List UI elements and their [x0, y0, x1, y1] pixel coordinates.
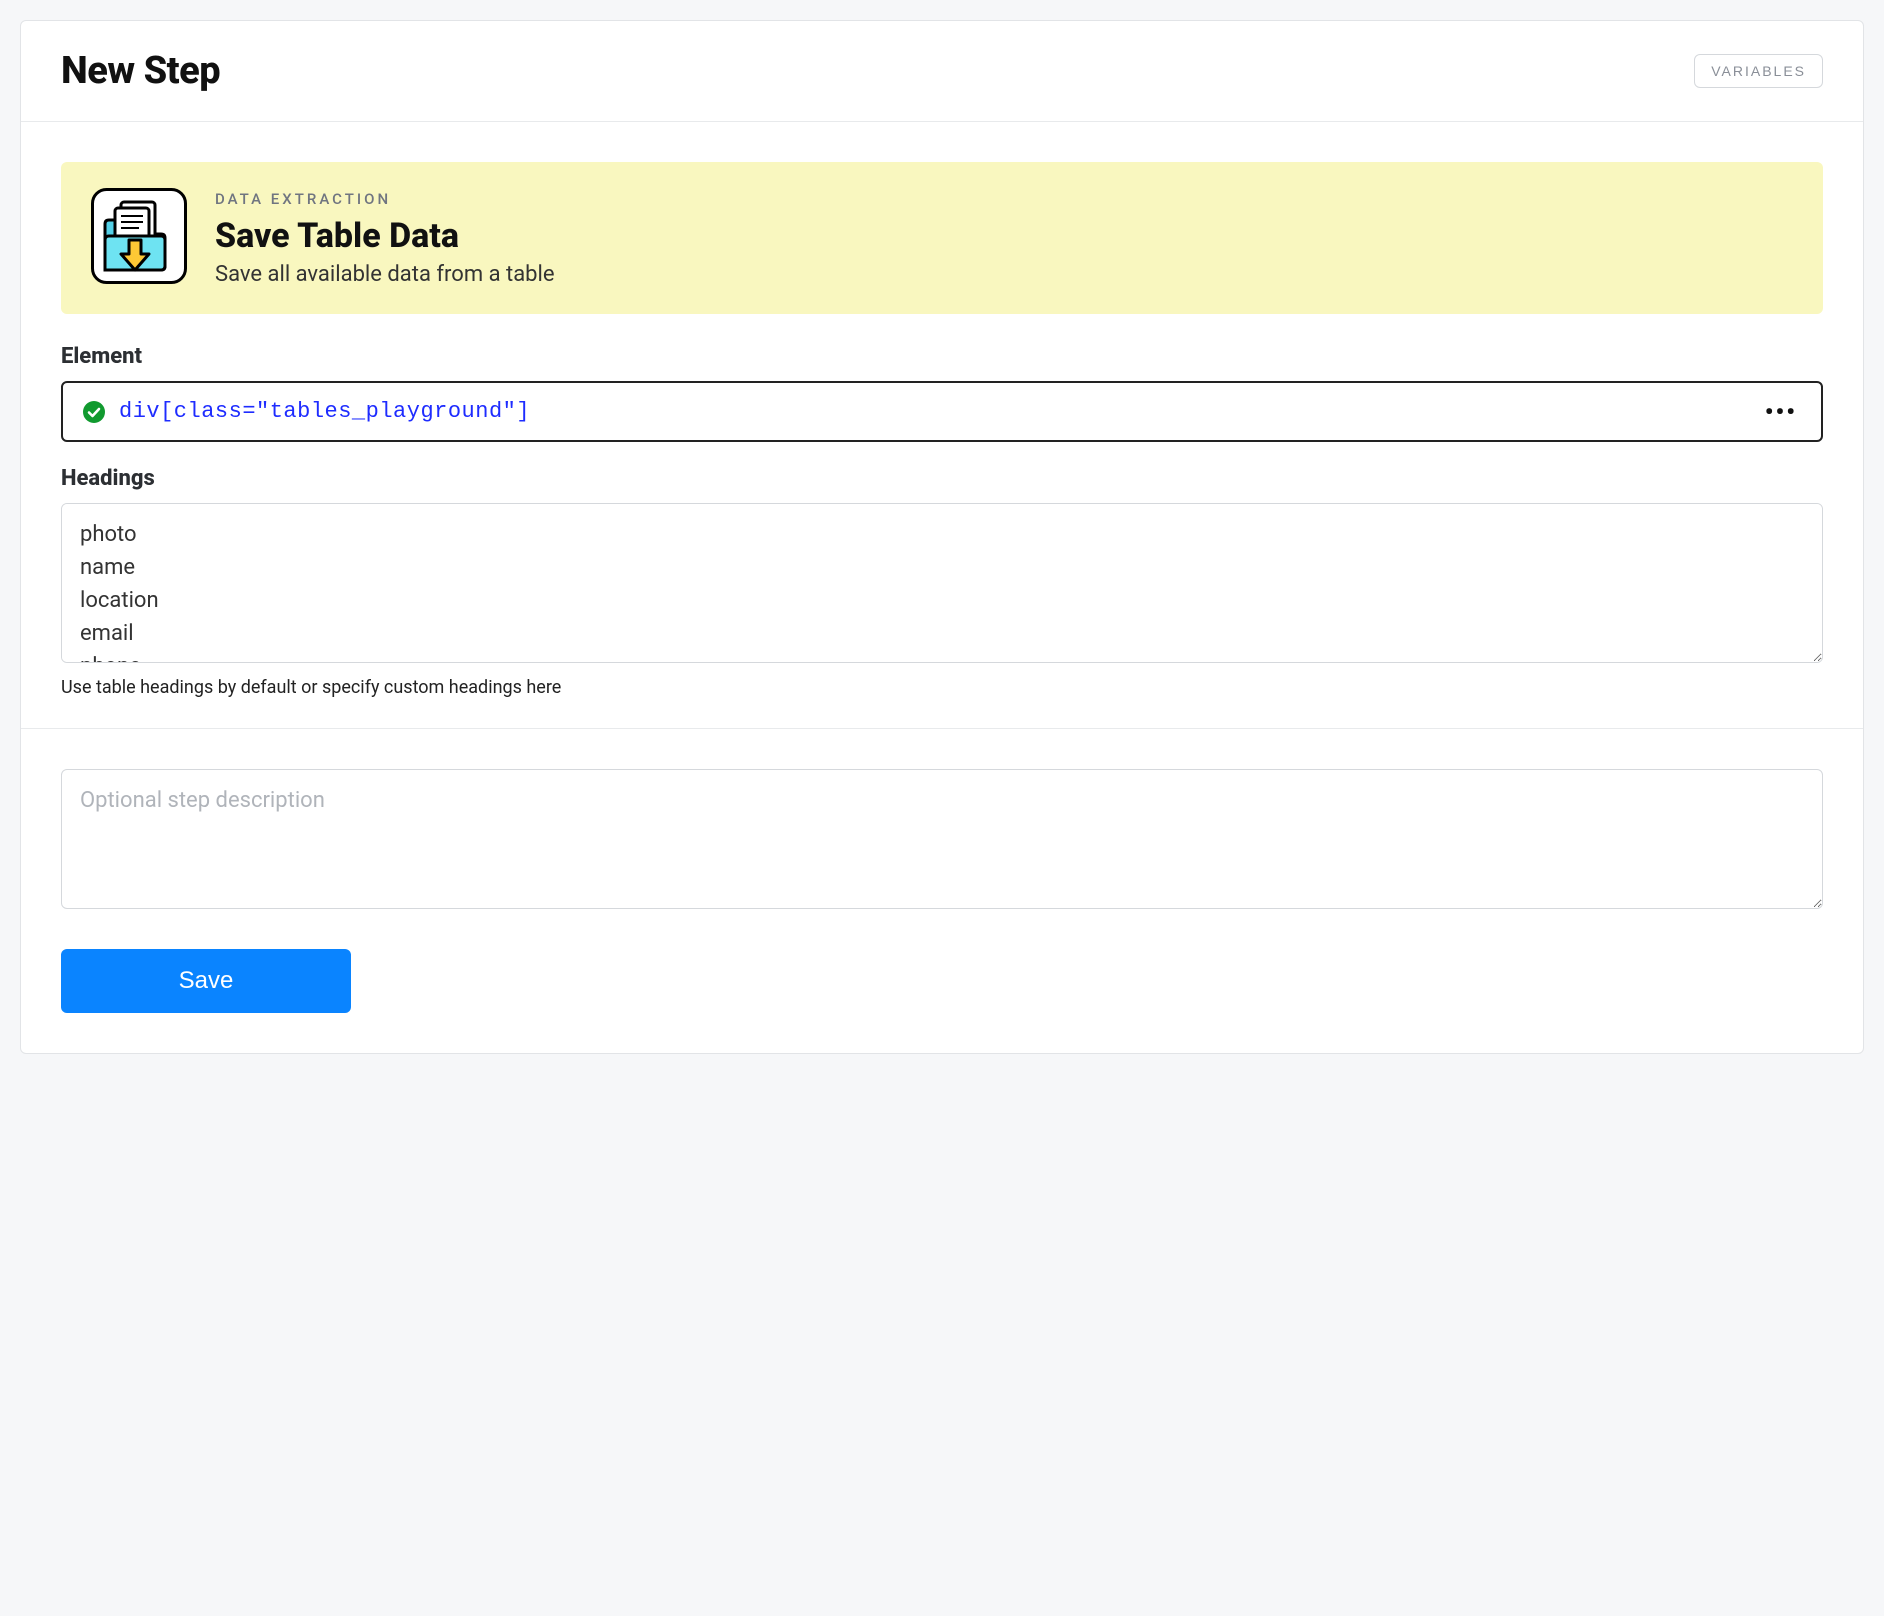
banner-subtitle: Save all available data from a table: [215, 262, 555, 287]
step-type-banner: DATA EXTRACTION Save Table Data Save all…: [61, 162, 1823, 314]
element-selector-input[interactable]: div[class="tables_playground"] •••: [61, 381, 1823, 442]
banner-text: DATA EXTRACTION Save Table Data Save all…: [215, 190, 555, 287]
check-icon: [83, 401, 105, 423]
description-textarea[interactable]: [61, 769, 1823, 909]
variables-button[interactable]: VARIABLES: [1694, 54, 1823, 88]
element-label: Element: [61, 344, 1823, 369]
save-table-icon: [91, 188, 187, 288]
banner-kicker: DATA EXTRACTION: [215, 190, 555, 208]
card-footer: Save: [21, 729, 1863, 1053]
save-button[interactable]: Save: [61, 949, 351, 1013]
headings-helper-text: Use table headings by default or specify…: [61, 677, 1823, 698]
card-body: DATA EXTRACTION Save Table Data Save all…: [21, 122, 1863, 729]
headings-textarea[interactable]: [61, 503, 1823, 663]
card-header: New Step VARIABLES: [21, 21, 1863, 122]
headings-label: Headings: [61, 466, 1823, 491]
step-editor-card: New Step VARIABLES: [20, 20, 1864, 1054]
page-title: New Step: [61, 49, 220, 93]
more-icon[interactable]: •••: [1761, 400, 1801, 424]
banner-title: Save Table Data: [215, 216, 555, 256]
headings-field-group: Headings Use table headings by default o…: [61, 466, 1823, 698]
element-selector-value: div[class="tables_playground"]: [119, 399, 1747, 424]
element-field-group: Element div[class="tables_playground"] •…: [61, 344, 1823, 442]
